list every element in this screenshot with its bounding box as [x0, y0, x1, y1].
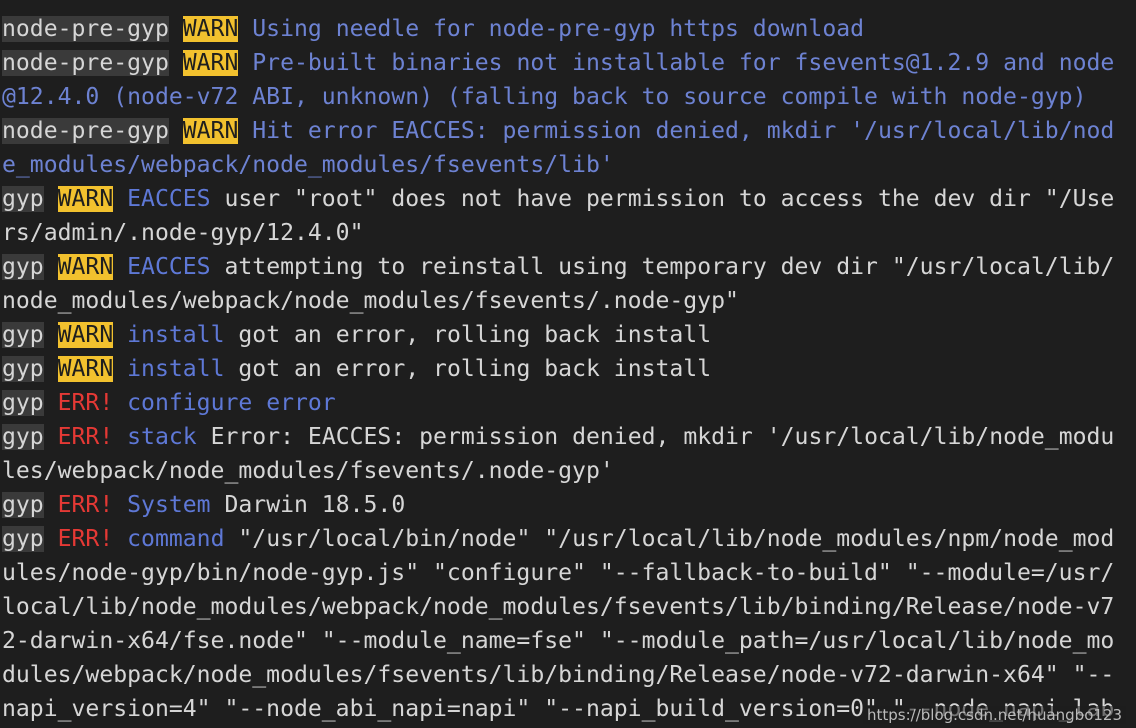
log-text: node_modules/webpack/node_modules/fseven…: [2, 288, 739, 314]
log-message: Hit error EACCES: permission denied, mkd…: [252, 118, 1115, 144]
warn-badge: WARN: [57, 322, 114, 348]
warn-badge: WARN: [182, 50, 239, 76]
log-keyword: EACCES: [127, 254, 211, 280]
log-line: gyp ERR! System Darwin 18.5.0: [2, 488, 1136, 522]
log-keyword: install: [127, 356, 225, 382]
warn-badge: WARN: [182, 16, 239, 42]
log-text: 2-darwin-x64/fse.node" "--module_name=fs…: [2, 628, 1115, 654]
log-keyword: stack: [127, 424, 197, 450]
log-text: dules/webpack/node_modules/fsevents/lib/…: [2, 662, 1115, 688]
log-keyword: EACCES: [127, 186, 211, 212]
log-keyword: System: [127, 492, 211, 518]
log-text: Error: EACCES: permission denied, mkdir …: [210, 424, 1115, 450]
log-text: attempting to reinstall using temporary …: [224, 254, 1115, 280]
log-prefix: gyp: [2, 424, 44, 450]
warn-badge: WARN: [57, 254, 114, 280]
log-text: rs/admin/.node-gyp/12.4.0": [2, 220, 364, 246]
log-line: rs/admin/.node-gyp/12.4.0": [2, 216, 1136, 250]
log-prefix: gyp: [2, 356, 44, 382]
log-line: 2-darwin-x64/fse.node" "--module_name=fs…: [2, 624, 1136, 658]
log-line: ules/node-gyp/bin/node-gyp.js" "configur…: [2, 556, 1136, 590]
log-text: ules/node-gyp/bin/node-gyp.js" "configur…: [2, 560, 1115, 586]
log-line: gyp ERR! command "/usr/local/bin/node" "…: [2, 522, 1136, 556]
log-message: Pre-built binaries not installable for f…: [252, 50, 1115, 76]
log-line: gyp WARN install got an error, rolling b…: [2, 318, 1136, 352]
log-lines: node-pre-gyp WARN Using needle for node-…: [2, 12, 1136, 726]
log-text: got an error, rolling back install: [238, 356, 712, 382]
log-line: gyp ERR! configure error: [2, 386, 1136, 420]
log-prefix: node-pre-gyp: [2, 118, 169, 144]
log-line: gyp WARN EACCES attempting to reinstall …: [2, 250, 1136, 284]
log-prefix: gyp: [2, 390, 44, 416]
log-line: gyp ERR! stack Error: EACCES: permission…: [2, 420, 1136, 454]
log-text: les/webpack/node_modules/fsevents/.node-…: [2, 458, 614, 484]
warn-badge: WARN: [182, 118, 239, 144]
log-line: node-pre-gyp WARN Hit error EACCES: perm…: [2, 114, 1136, 148]
log-line: les/webpack/node_modules/fsevents/.node-…: [2, 454, 1136, 488]
log-text: Darwin 18.5.0: [224, 492, 406, 518]
log-prefix: gyp: [2, 186, 44, 212]
log-line: node_modules/webpack/node_modules/fseven…: [2, 284, 1136, 318]
log-prefix: gyp: [2, 254, 44, 280]
warn-badge: WARN: [57, 356, 114, 382]
log-prefix: gyp: [2, 526, 44, 552]
log-prefix: gyp: [2, 322, 44, 348]
log-line: node-pre-gyp WARN Pre-built binaries not…: [2, 46, 1136, 80]
log-line: gyp WARN install got an error, rolling b…: [2, 352, 1136, 386]
log-text: user "root" does not have permission to …: [224, 186, 1115, 212]
log-line: local/lib/node_modules/webpack/node_modu…: [2, 590, 1136, 624]
log-prefix: gyp: [2, 492, 44, 518]
err-label: ERR!: [57, 390, 114, 416]
log-prefix: node-pre-gyp: [2, 16, 169, 42]
log-prefix: node-pre-gyp: [2, 50, 169, 76]
log-line: gyp WARN EACCES user "root" does not hav…: [2, 182, 1136, 216]
log-text: got an error, rolling back install: [238, 322, 712, 348]
log-line: @12.4.0 (node-v72 ABI, unknown) (falling…: [2, 80, 1136, 114]
log-keyword: install: [127, 322, 225, 348]
log-keyword: command: [127, 526, 225, 552]
log-line: dules/webpack/node_modules/fsevents/lib/…: [2, 658, 1136, 692]
err-label: ERR!: [57, 492, 114, 518]
warn-badge: WARN: [57, 186, 114, 212]
err-label: ERR!: [57, 526, 114, 552]
log-message: e_modules/webpack/node_modules/fsevents/…: [2, 152, 614, 178]
log-keyword: configure error: [127, 390, 336, 416]
log-text: local/lib/node_modules/webpack/node_modu…: [2, 594, 1115, 620]
err-label: ERR!: [57, 424, 114, 450]
log-text: "/usr/local/bin/node" "/usr/local/lib/no…: [238, 526, 1115, 552]
log-message: @12.4.0 (node-v72 ABI, unknown) (falling…: [2, 84, 1087, 110]
log-line: node-pre-gyp WARN Using needle for node-…: [2, 12, 1136, 46]
log-message: Using needle for node-pre-gyp https down…: [252, 16, 865, 42]
log-line: e_modules/webpack/node_modules/fsevents/…: [2, 148, 1136, 182]
terminal-output[interactable]: node-pre-gyp WARN Using needle for node-…: [0, 0, 1136, 728]
watermark: https://blog.csdn.net/huangbo123: [862, 706, 1126, 724]
